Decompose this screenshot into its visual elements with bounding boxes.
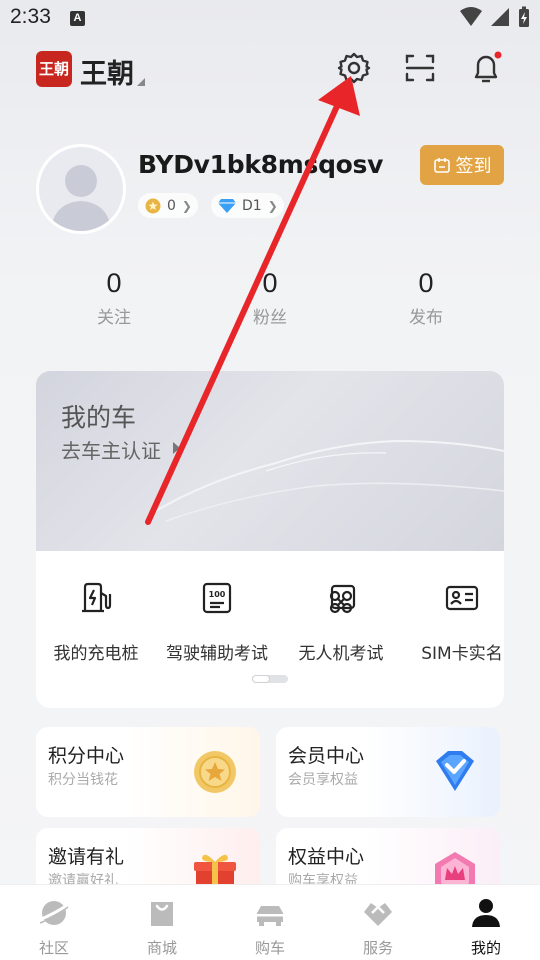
nav-label: 服务 [362,939,393,957]
exam-icon: 100 [202,582,232,614]
stat-value: 0 [418,268,434,298]
avatar[interactable] [36,144,126,234]
battery-icon [519,6,529,27]
drone-icon [329,584,356,614]
car-title: 我的车 [61,403,137,432]
nav-community[interactable]: 社区 [0,885,108,960]
service-drone-exam[interactable]: 无人机考试 [281,581,401,664]
member-center-card[interactable]: 会员中心 会员享权益 [276,727,500,817]
service-label: 我的充电桩 [53,644,139,664]
nav-label: 商城 [146,939,177,957]
diamond-icon [436,751,474,791]
stat-posts[interactable]: 0 发布 [366,268,486,328]
card-title: 邀请有礼 [48,846,125,868]
stat-value: 0 [262,268,278,298]
stat-followers[interactable]: 0 粉丝 [210,268,330,328]
service-icon [364,903,392,926]
system-icons [460,6,530,28]
owner-verify-link[interactable]: 去车主认证 [61,435,161,464]
car-banner[interactable]: 我的车 去车主认证 [36,371,504,551]
stat-label: 粉丝 [253,308,287,328]
stat-label: 关注 [97,308,131,328]
nav-service[interactable]: 服务 [324,885,432,960]
signal-icon [491,8,509,26]
bottom-nav: 社区 商城 购车 服务 我的 [0,884,540,960]
points-badge[interactable]: 0 ❯ [138,193,198,218]
pager-active-dot [252,675,270,683]
points-value: 0 [167,197,176,214]
nav-mall[interactable]: 商城 [108,885,216,960]
card-subtitle: 会员享权益 [288,772,358,788]
shopping-bag-icon [151,902,173,926]
card-subtitle: 积分当钱花 [48,772,118,788]
bell-icon[interactable] [468,50,504,86]
caret-right-icon [173,442,180,454]
status-time: 2:33 [10,5,51,28]
diamond-badge-icon [218,198,236,213]
pager-indicator [252,675,288,683]
service-charging-pile[interactable]: 我的充电桩 [36,581,156,664]
settings-icon[interactable] [336,50,372,86]
level-badge[interactable]: D1 ❯ [211,193,284,218]
points-center-card[interactable]: 积分中心 积分当钱花 [36,727,260,817]
service-label: 驾驶辅助考试 [166,644,268,664]
service-driving-exam[interactable]: 100 驾驶辅助考试 [157,581,277,664]
car-icon [257,906,283,926]
id-card-icon [445,585,479,611]
stat-following[interactable]: 0 关注 [54,268,174,328]
checkin-button[interactable]: 签到 [420,145,504,185]
brand-logo: 王朝 [36,51,72,87]
username: BYDv1bk8msqosv [138,150,384,179]
level-value: D1 [242,197,262,214]
nav-label: 购车 [254,939,285,957]
card-title: 权益中心 [288,846,365,868]
coin-icon [194,751,236,793]
status-bar: 2:33 A [0,0,540,36]
card-title: 会员中心 [288,745,365,767]
card-title: 积分中心 [48,745,125,767]
chevron-right-icon: ❯ [181,198,192,213]
person-icon [472,899,500,927]
service-label: 无人机考试 [298,644,384,664]
planet-icon [38,901,70,925]
calendar-icon [433,158,450,173]
coin-badge-icon [145,198,161,213]
wifi-icon [460,7,482,26]
my-car-card: 我的车 去车主认证 我的充电桩 100 驾驶辅助考试 无人机考试 SIM卡实名 [36,371,504,708]
service-label: SIM卡实名 [421,644,503,664]
checkin-label: 签到 [455,156,492,177]
nav-mine[interactable]: 我的 [432,885,540,960]
charging-pile-icon [82,582,112,613]
service-sim-verify[interactable]: SIM卡实名 [402,581,504,664]
nav-label: 我的 [470,939,501,957]
chevron-right-icon: ❯ [267,198,278,213]
notification-icon: A [70,11,85,26]
stat-label: 发布 [409,308,443,328]
stat-value: 0 [106,268,122,298]
brand-name[interactable]: 王朝 [80,52,134,91]
nav-label: 社区 [38,939,69,957]
brand-switch-caret-icon[interactable] [137,78,145,86]
nav-buy-car[interactable]: 购车 [216,885,324,960]
svg-text:100: 100 [209,590,226,599]
scan-icon[interactable] [402,50,438,86]
